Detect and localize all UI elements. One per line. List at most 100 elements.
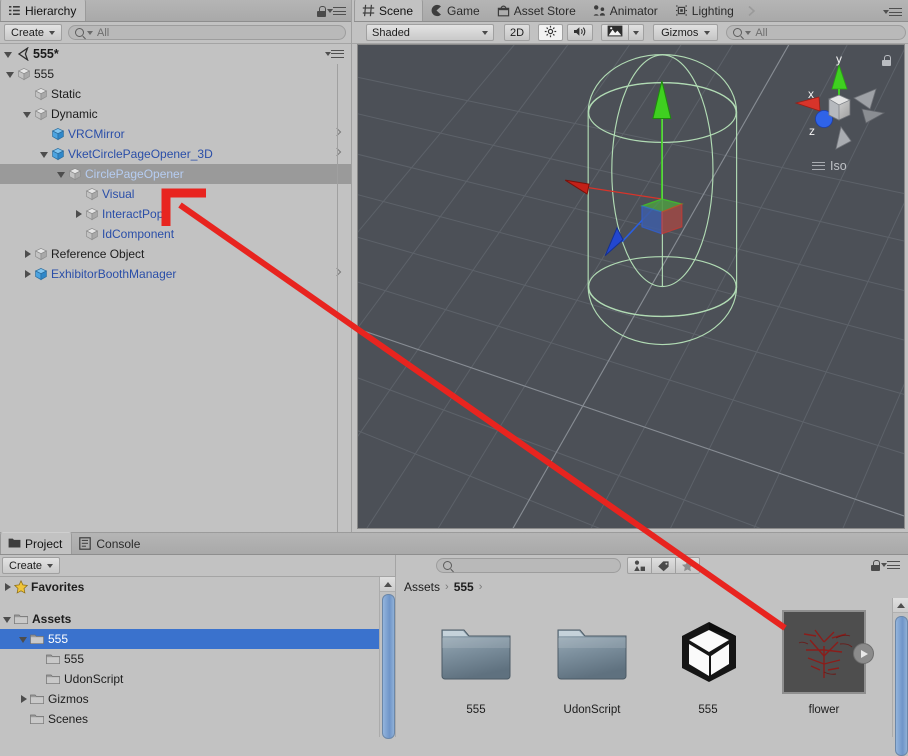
scene-effects-toggle[interactable] xyxy=(601,24,630,41)
project-tree-row-assets[interactable]: Assets xyxy=(0,609,395,629)
scroll-up-arrow[interactable] xyxy=(380,577,395,592)
project-tree-row-scenes[interactable]: Scenes xyxy=(0,709,395,729)
hierarchy-create-button[interactable]: Create xyxy=(4,24,63,41)
scene-orientation-gizmo[interactable]: x y z Iso xyxy=(784,53,894,183)
project-2-foldout-icon[interactable] xyxy=(2,614,13,625)
breadcrumb-item-assets[interactable]: Assets xyxy=(404,580,440,594)
lock-icon[interactable] xyxy=(317,6,326,17)
favorites-star-icon xyxy=(13,579,29,594)
project-search-input[interactable] xyxy=(436,558,621,573)
project-0-foldout-icon[interactable] xyxy=(2,582,13,593)
asset-thumbnail[interactable] xyxy=(436,612,516,692)
project-4-spacer xyxy=(34,654,45,665)
tab-hierarchy[interactable]: Hierarchy xyxy=(0,0,87,21)
folder-icon xyxy=(46,653,60,665)
scene-search-input[interactable]: All xyxy=(726,25,906,40)
project-tree-row-gizmos[interactable]: Gizmos xyxy=(0,689,395,709)
tab-animator[interactable]: Animator xyxy=(586,0,668,21)
hierarchy-5-foldout-icon[interactable] xyxy=(56,169,67,180)
lock-icon[interactable] xyxy=(871,560,880,571)
project-create-button[interactable]: Create xyxy=(2,557,61,574)
scene-gizmos-dropdown[interactable]: Gizmos xyxy=(653,24,719,41)
search-icon xyxy=(733,28,743,37)
gizmo-axis-y-label: y xyxy=(836,53,842,66)
hierarchy-row-idcomponent[interactable]: IdComponent xyxy=(0,224,352,244)
hierarchy-row-reference-object[interactable]: Reference Object xyxy=(0,244,352,264)
tab-overflow-chevron-icon[interactable] xyxy=(744,4,762,21)
hierarchy-search-input[interactable]: All xyxy=(68,25,346,40)
project-toolbar-left: Create xyxy=(0,555,396,577)
hierarchy-scene-row[interactable]: 555* xyxy=(0,44,352,64)
prefab-cube-icon xyxy=(51,127,65,141)
panel-menu-icon[interactable] xyxy=(327,7,346,16)
scene-viewport[interactable]: x y z Iso xyxy=(357,44,905,529)
panel-menu-icon[interactable] xyxy=(881,561,900,570)
hierarchy-row-vketcirclepageopener-3d[interactable]: VketCirclePageOpener_3D xyxy=(0,144,352,164)
scene-name-label: 555* xyxy=(33,47,59,61)
folder-icon xyxy=(14,613,28,625)
hierarchy-row-label: Visual xyxy=(102,187,135,201)
gameobject-cube-icon xyxy=(85,227,99,241)
hierarchy-2-foldout-icon[interactable] xyxy=(22,109,33,120)
scroll-up-arrow[interactable] xyxy=(893,598,908,613)
hierarchy-row-static[interactable]: Static xyxy=(0,84,352,104)
scene-2d-toggle[interactable]: 2D xyxy=(504,24,531,41)
project-3-foldout-icon[interactable] xyxy=(18,634,29,645)
hierarchy-row-circlepageopener[interactable]: CirclePageOpener xyxy=(0,164,352,184)
breadcrumb-item-555[interactable]: 555 xyxy=(454,580,474,594)
hierarchy-row-vrcmirror[interactable]: VRCMirror xyxy=(0,124,352,144)
scene-foldout-icon[interactable] xyxy=(3,49,14,60)
hierarchy-0-foldout-icon[interactable] xyxy=(5,69,16,80)
tab-scene[interactable]: Scene xyxy=(354,0,424,21)
hierarchy-10-foldout-icon[interactable] xyxy=(22,269,33,280)
scene-audio-toggle[interactable] xyxy=(567,24,594,41)
asset-item[interactable]: UdonScript xyxy=(534,598,650,737)
hierarchy-row-exhibitorboothmanager[interactable]: ExhibitorBoothManager xyxy=(0,264,352,284)
gameobject-cube-icon xyxy=(34,87,48,101)
search-icon xyxy=(443,561,452,570)
hierarchy-tree: 555 Static Dynamic VRCMirror VketCirclePageO… xyxy=(0,64,352,532)
asset-item[interactable]: 555 xyxy=(418,598,534,737)
hierarchy-row-label: VketCirclePageOpener_3D xyxy=(68,147,213,161)
hierarchy-7-foldout-icon[interactable] xyxy=(73,209,84,220)
asset-thumbnail[interactable] xyxy=(668,612,748,692)
scrollbar-thumb[interactable] xyxy=(382,594,395,739)
asset-thumbnail[interactable] xyxy=(552,612,632,692)
project-tree-scrollbar[interactable] xyxy=(379,577,396,739)
tab-project[interactable]: Project xyxy=(0,532,73,554)
hierarchy-row-visual[interactable]: Visual xyxy=(0,184,352,204)
project-6-foldout-icon[interactable] xyxy=(18,694,29,705)
asset-grid-scrollbar[interactable] xyxy=(892,598,908,756)
asset-item[interactable]: flower xyxy=(766,598,882,737)
project-tree-row-555[interactable]: 555 xyxy=(0,649,395,669)
panel-menu-icon[interactable] xyxy=(883,8,902,17)
project-tree-row-555[interactable]: 555 xyxy=(0,629,395,649)
hierarchy-8-spacer xyxy=(73,229,84,240)
filter-by-type-icon[interactable] xyxy=(627,557,652,574)
scene-lighting-toggle[interactable] xyxy=(538,24,564,41)
gameobject-cube-icon xyxy=(17,67,31,81)
hierarchy-row-dynamic[interactable]: Dynamic xyxy=(0,104,352,124)
hierarchy-9-foldout-icon[interactable] xyxy=(22,249,33,260)
favorite-star-icon[interactable] xyxy=(676,557,700,574)
tab-console[interactable]: Console xyxy=(72,533,150,554)
scene-context-menu-icon[interactable] xyxy=(325,49,344,59)
asset-thumbnail[interactable] xyxy=(782,610,874,694)
scene-draw-mode-dropdown[interactable]: Shaded xyxy=(366,24,494,41)
hierarchy-row-interactpop[interactable]: InteractPop xyxy=(0,204,352,224)
tab-game[interactable]: Game xyxy=(423,0,490,21)
hierarchy-row-555[interactable]: 555 xyxy=(0,64,352,84)
folder-icon xyxy=(46,673,60,685)
project-tree-row-udonscript[interactable]: UdonScript xyxy=(0,669,395,689)
asset-item[interactable]: 555 xyxy=(650,598,766,737)
scene-effects-dropdown[interactable] xyxy=(629,24,645,41)
gizmo-projection-label: Iso xyxy=(830,159,847,173)
hierarchy-4-foldout-icon[interactable] xyxy=(39,149,50,160)
asset-preview-arrow-icon[interactable] xyxy=(853,643,874,664)
tab-asset-store[interactable]: Asset Store xyxy=(490,0,586,21)
project-tree-row-favorites[interactable]: Favorites xyxy=(0,577,395,597)
hierarchy-3-spacer xyxy=(39,129,50,140)
filter-by-label-icon[interactable] xyxy=(652,557,676,574)
scrollbar-thumb[interactable] xyxy=(895,616,908,756)
tab-lighting[interactable]: Lighting xyxy=(668,0,744,21)
